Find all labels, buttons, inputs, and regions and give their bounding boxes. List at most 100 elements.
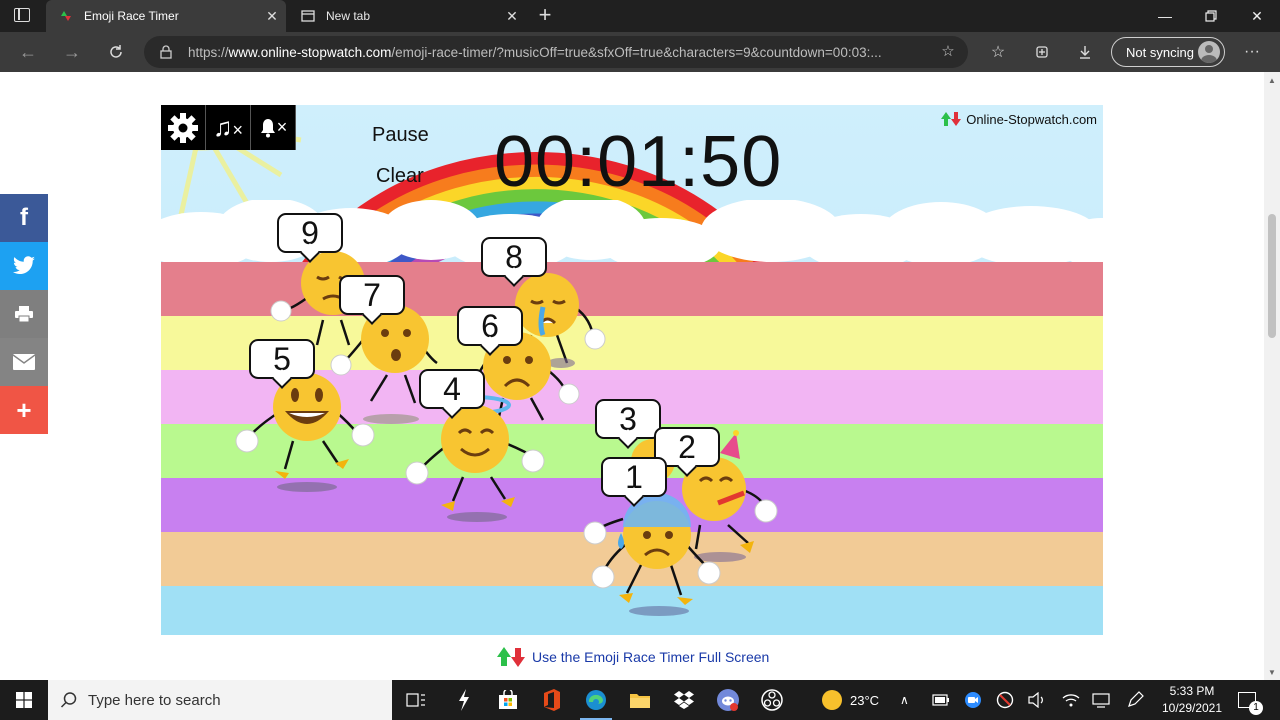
- favorites-icon[interactable]: ☆: [986, 40, 1010, 64]
- music-toggle-button[interactable]: ♫×: [206, 105, 251, 150]
- collections-icon[interactable]: [1030, 40, 1054, 64]
- url-domain: www.online-stopwatch.com: [228, 44, 392, 60]
- show-hidden-icons-icon[interactable]: ∧: [900, 680, 909, 720]
- racer-4: 4: [401, 367, 551, 567]
- music-off-icon: ♫×: [212, 112, 243, 142]
- new-tab-favicon-icon: [300, 8, 316, 24]
- taskbar-search-box[interactable]: Type here to search: [48, 680, 392, 720]
- plus-icon: +: [16, 394, 32, 425]
- browser-toolbar: ← → https://www.online-stopwatch.com/emo…: [0, 32, 1280, 72]
- start-button[interactable]: [0, 680, 48, 720]
- profile-sync-button[interactable]: Not syncing: [1111, 37, 1225, 67]
- racer-number-bubble: 8: [481, 237, 547, 277]
- microsoft-store-icon[interactable]: [486, 680, 530, 720]
- tab-bar: Emoji Race Timer ✕ New tab ✕ + — ✕: [0, 0, 1280, 32]
- gear-icon: [168, 112, 198, 143]
- address-bar[interactable]: https://www.online-stopwatch.com/emoji-r…: [144, 36, 968, 68]
- emoji-race-game[interactable]: ♫× × Pause Clear 00:01:50 Online-Stopwat…: [161, 105, 1103, 635]
- tab-new-tab[interactable]: New tab ✕: [288, 0, 526, 32]
- bell-off-icon: ×: [259, 117, 287, 138]
- windows-logo-icon: [16, 692, 32, 708]
- back-icon[interactable]: ←: [14, 38, 42, 66]
- restore-icon[interactable]: [1188, 0, 1234, 32]
- input-language-icon[interactable]: [1092, 680, 1110, 720]
- refresh-icon[interactable]: [102, 38, 130, 66]
- tab-title: Emoji Race Timer: [84, 9, 179, 23]
- facebook-share-button[interactable]: f: [0, 194, 48, 242]
- clock-date: 10/29/2021: [1161, 701, 1223, 715]
- sound-toggle-button[interactable]: ×: [251, 105, 296, 150]
- page-viewport: f + ♫× × Pause Clear 00:01:50 Online-Sto…: [0, 72, 1280, 680]
- weather-widget[interactable]: 23°C: [822, 680, 879, 720]
- search-icon: [60, 692, 77, 708]
- tab-title: New tab: [326, 9, 371, 23]
- twitter-share-button[interactable]: [0, 242, 48, 290]
- add-favorite-icon[interactable]: ☆: [938, 42, 958, 62]
- obs-icon[interactable]: [750, 680, 794, 720]
- file-explorer-icon[interactable]: [618, 680, 662, 720]
- tab-actions-menu-icon[interactable]: [14, 8, 30, 22]
- forward-icon[interactable]: →: [58, 38, 86, 66]
- scrollbar-thumb[interactable]: [1268, 214, 1276, 338]
- racer-number-bubble: 4: [419, 369, 485, 409]
- countdown-timer: 00:01:50: [494, 122, 783, 202]
- facebook-icon: f: [20, 204, 28, 231]
- new-tab-icon[interactable]: +: [534, 4, 556, 28]
- page-scrollbar[interactable]: ▲ ▼: [1264, 72, 1280, 680]
- sync-label: Not syncing: [1126, 44, 1194, 60]
- edge-browser-icon[interactable]: [574, 680, 618, 720]
- url-path: /emoji-race-timer/?musicOff=true&sfxOff=…: [391, 44, 882, 60]
- wifi-icon[interactable]: [1062, 680, 1080, 720]
- pause-button[interactable]: Pause: [372, 124, 429, 147]
- lock-icon[interactable]: [158, 44, 174, 60]
- racer-1: 1: [581, 455, 731, 635]
- more-share-button[interactable]: +: [0, 386, 48, 434]
- notification-count-badge: 1: [1249, 701, 1263, 715]
- racer-5: 5: [231, 337, 381, 537]
- racer-number-bubble: 5: [249, 339, 315, 379]
- windows-taskbar: Type here to search 23°C ∧ 5:33 PM 10/29…: [0, 680, 1280, 720]
- avatar: [1198, 41, 1220, 63]
- twitter-icon: [13, 256, 35, 274]
- zoom-icon[interactable]: [964, 680, 982, 720]
- close-tab-icon[interactable]: ✕: [258, 8, 286, 25]
- close-window-icon[interactable]: ✕: [1234, 0, 1280, 32]
- brand-link[interactable]: Online-Stopwatch.com: [940, 111, 1097, 127]
- settings-button[interactable]: [161, 105, 206, 150]
- email-icon: [13, 354, 35, 370]
- clock-time: 5:33 PM: [1169, 684, 1215, 698]
- scroll-up-icon[interactable]: ▲: [1267, 76, 1277, 85]
- system-clock[interactable]: 5:33 PM 10/29/2021: [1156, 683, 1228, 717]
- updown-arrows-logo-icon: [497, 647, 525, 667]
- brand-name: Online-Stopwatch.com: [966, 111, 1097, 127]
- discord-icon[interactable]: [706, 680, 750, 720]
- url-text[interactable]: https://www.online-stopwatch.com/emoji-r…: [188, 45, 918, 60]
- network-status-icon[interactable]: [996, 680, 1014, 720]
- game-controls: ♫× ×: [161, 105, 296, 150]
- stopwatch-favicon-icon: [58, 8, 74, 24]
- downloads-icon[interactable]: [1073, 40, 1097, 64]
- dropbox-icon[interactable]: [662, 680, 706, 720]
- task-view-icon[interactable]: [394, 680, 438, 720]
- scroll-down-icon[interactable]: ▼: [1267, 668, 1277, 677]
- battery-icon[interactable]: [932, 680, 950, 720]
- more-menu-icon[interactable]: ···: [1240, 40, 1264, 64]
- print-icon: [15, 306, 33, 323]
- full-screen-link[interactable]: Use the Emoji Race Timer Full Screen: [496, 646, 769, 668]
- clear-button[interactable]: Clear: [376, 165, 424, 188]
- weather-temperature: 23°C: [850, 692, 880, 708]
- volume-icon[interactable]: [1028, 680, 1046, 720]
- racer-number-bubble: 1: [601, 457, 667, 497]
- email-share-button[interactable]: [0, 338, 48, 386]
- pen-workspace-icon[interactable]: [1126, 680, 1144, 720]
- minimize-icon[interactable]: —: [1142, 0, 1188, 32]
- close-tab-icon[interactable]: ✕: [498, 8, 526, 25]
- full-screen-link-text: Use the Emoji Race Timer Full Screen: [532, 649, 770, 665]
- lightning-app-icon[interactable]: [442, 680, 486, 720]
- print-share-button[interactable]: [0, 290, 48, 338]
- tab-emoji-race-timer[interactable]: Emoji Race Timer ✕: [46, 0, 286, 32]
- notification-center-icon[interactable]: 1: [1238, 680, 1263, 720]
- office-icon[interactable]: [530, 680, 574, 720]
- racer-number-bubble: 7: [339, 275, 405, 315]
- updown-arrows-logo-icon: [941, 112, 962, 126]
